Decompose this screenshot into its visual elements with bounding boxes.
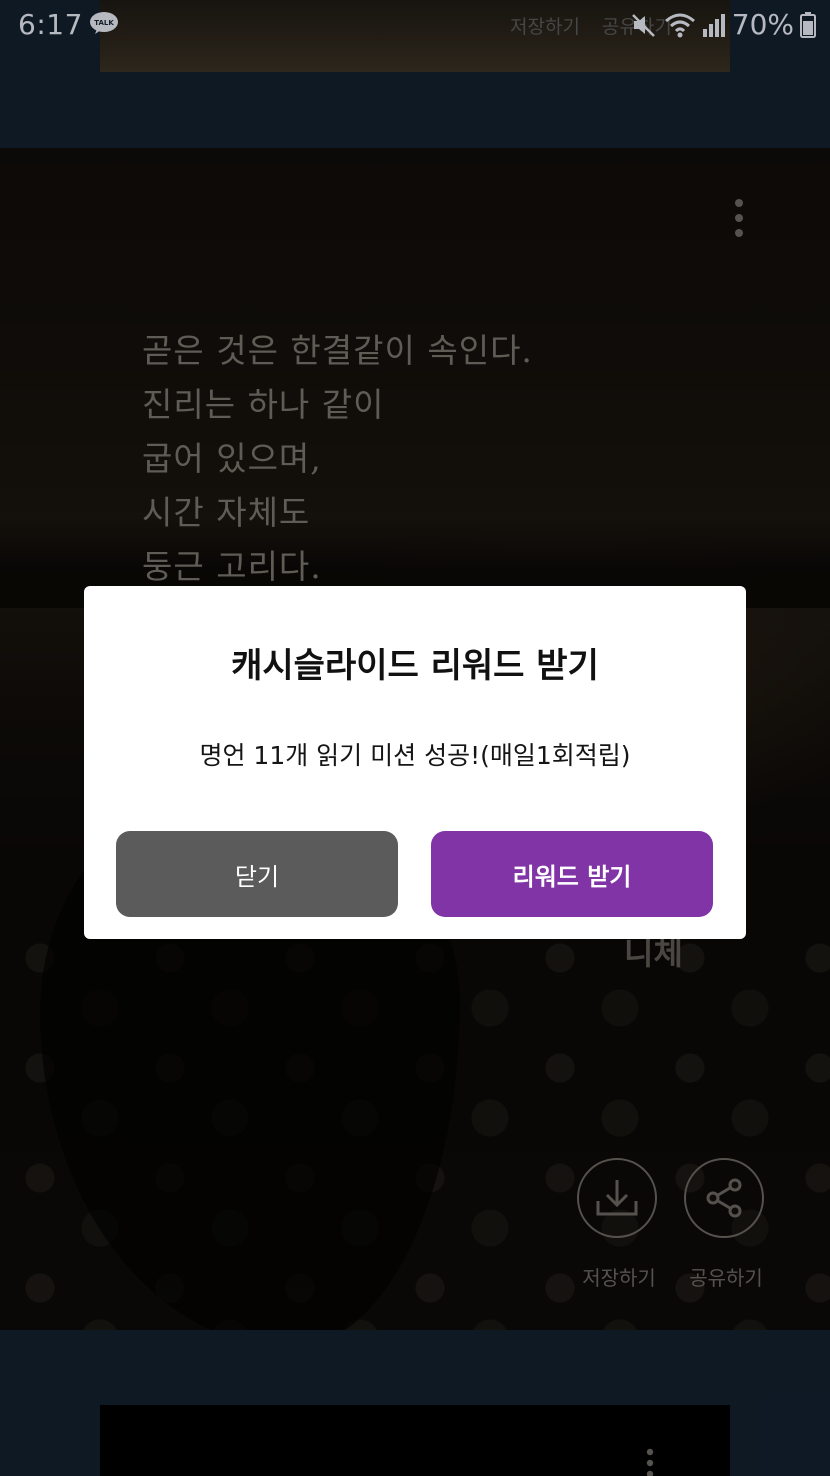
close-button[interactable]: 닫기 (116, 831, 398, 917)
screen: 저장하기 공유하기 6:17 TALK (0, 0, 830, 1476)
dialog-title: 캐시슬라이드 리워드 받기 (231, 646, 599, 686)
dialog-message: 명언 11개 읽기 미션 성공!(매일1회적립) (199, 741, 631, 770)
reward-dialog: 캐시슬라이드 리워드 받기 명언 11개 읽기 미션 성공!(매일1회적립) 닫… (84, 586, 746, 939)
receive-reward-button[interactable]: 리워드 받기 (431, 831, 713, 917)
